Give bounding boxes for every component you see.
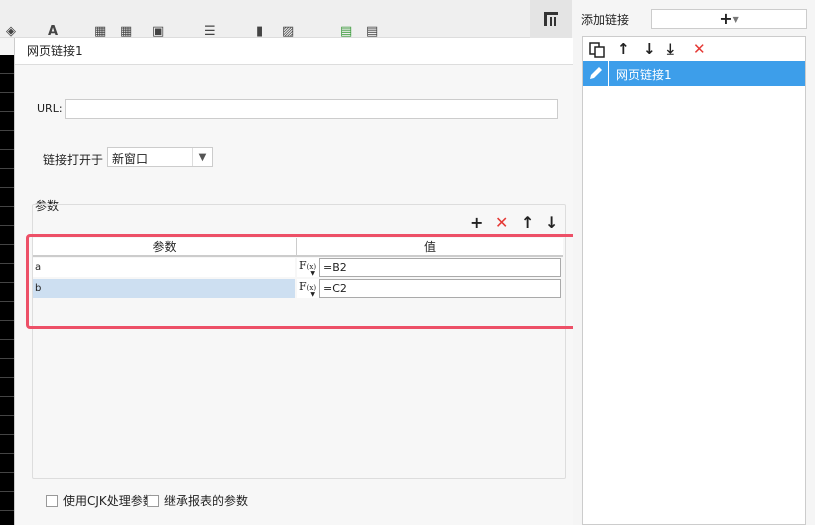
list-item[interactable]: 网页链接1 <box>583 61 805 86</box>
add-link-label: 添加链接 <box>581 13 630 27</box>
divider <box>608 61 609 86</box>
open-in-value: 新窗口 <box>112 152 149 166</box>
formula-icon: F <box>299 280 307 293</box>
param-name-cell[interactable]: a <box>33 258 295 277</box>
arrow-down-icon[interactable]: ↓ <box>545 215 558 231</box>
chart-icon[interactable]: ▮ <box>256 25 263 38</box>
image-icon[interactable]: ▨ <box>282 25 294 38</box>
link-dialog: 网页链接1 URL: 链接打开于 新窗口 ▼ 参数 + ✕ ↑ ↓ 参数 值 a… <box>14 38 580 525</box>
align-icon[interactable]: ☰ <box>204 25 216 38</box>
chevron-down-icon[interactable]: ▼ <box>192 148 212 166</box>
url-input[interactable] <box>65 99 558 119</box>
params-table-header: 参数 值 <box>33 238 563 257</box>
cjk-checkbox[interactable] <box>46 494 58 507</box>
frame-icon <box>544 12 558 26</box>
arrow-up-icon[interactable]: ↑ <box>617 42 630 57</box>
close-icon[interactable]: ✕ <box>693 42 706 57</box>
cell-icon[interactable]: ▣ <box>152 25 164 38</box>
grid-icon[interactable]: ▦ <box>120 25 132 38</box>
copy-icon[interactable] <box>589 42 605 58</box>
caret-down-icon: ▼ <box>732 15 739 24</box>
link-list: ↑ ↓ ⤓ ✕ 网页链接1 <box>582 36 806 525</box>
editor-toolbar: ◈ A ▦ ▦ ▣ ☰ ▮ ▨ ▤ ▤ <box>0 0 530 38</box>
add-link-button[interactable]: +▼ <box>651 9 807 29</box>
arrow-down-icon[interactable]: ↓ <box>643 42 656 57</box>
inherit-checkbox-label: 继承报表的参数 <box>164 494 249 508</box>
formula-icon: F <box>299 259 307 272</box>
sheet-row-headers <box>0 55 14 525</box>
caret-down-icon: ▼ <box>310 270 315 277</box>
param-value-cell[interactable]: =C2 <box>319 279 561 298</box>
paint-bucket-icon[interactable]: ◈ <box>6 25 16 38</box>
column-header-param[interactable]: 参数 <box>33 238 297 256</box>
url-label: URL: <box>37 102 63 115</box>
border-icon[interactable]: ▦ <box>94 25 106 38</box>
table-row[interactable]: b F(x) ▼ =C2 <box>33 279 563 299</box>
column-header-value[interactable]: 值 <box>297 238 563 256</box>
pencil-icon <box>590 67 602 79</box>
formula-button[interactable]: F(x) ▼ <box>297 258 319 277</box>
dialog-title: 网页链接1 <box>15 38 580 65</box>
table-row[interactable]: a F(x) ▼ =B2 <box>33 258 563 278</box>
cjk-option[interactable]: 使用CJK处理参数 <box>46 492 155 509</box>
form-icon[interactable]: ▤ <box>366 25 378 38</box>
open-in-label: 链接打开于 <box>43 153 104 167</box>
close-icon[interactable]: ✕ <box>495 215 508 231</box>
link-panel: 添加链接 +▼ ↑ ↓ ⤓ ✕ 网页链接1 <box>573 0 815 525</box>
param-name-cell[interactable]: b <box>33 279 295 298</box>
move-bottom-icon[interactable]: ⤓ <box>667 42 674 57</box>
font-color-icon[interactable]: A <box>48 25 58 38</box>
arrow-up-icon[interactable]: ↑ <box>521 215 534 231</box>
cjk-checkbox-label: 使用CJK处理参数 <box>63 494 155 508</box>
caret-down-icon: ▼ <box>310 291 315 298</box>
formula-button[interactable]: F(x) ▼ <box>297 279 319 298</box>
frame-toolbar-button[interactable] <box>530 0 572 38</box>
open-in-select[interactable]: 新窗口 ▼ <box>107 147 213 167</box>
param-value-cell[interactable]: =B2 <box>319 258 561 277</box>
link-item-label: 网页链接1 <box>616 68 672 82</box>
inherit-option[interactable]: 继承报表的参数 <box>147 492 248 509</box>
sheet-icon[interactable]: ▤ <box>340 25 352 38</box>
params-table: 参数 值 a F(x) ▼ =B2 b F(x) ▼ =C2 <box>33 238 563 299</box>
inherit-checkbox[interactable] <box>147 494 159 507</box>
plus-icon: + <box>719 9 733 28</box>
plus-icon[interactable]: + <box>470 215 483 231</box>
